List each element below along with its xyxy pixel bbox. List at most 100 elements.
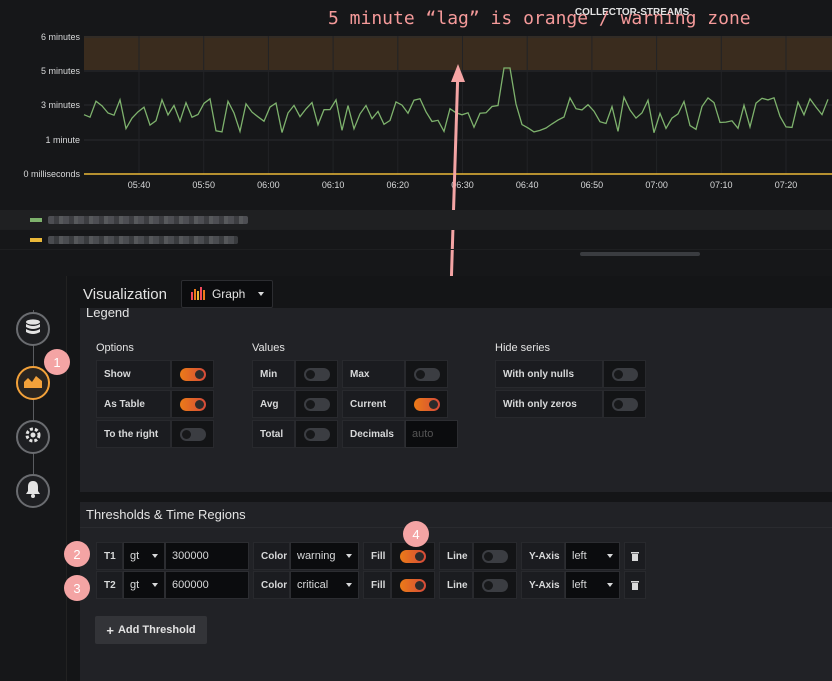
options-group-title: Options (96, 342, 134, 354)
threshold-color-select[interactable]: warning (290, 542, 359, 570)
value-avg-label: Avg (252, 390, 295, 418)
hide-nulls-switch[interactable] (603, 360, 646, 388)
toggle-off (413, 367, 440, 381)
threshold-op-value: gt (130, 550, 140, 562)
hide-zeros-switch[interactable] (603, 390, 646, 418)
threshold-axis-value: left (572, 579, 587, 591)
threshold-value-input[interactable]: 600000 (165, 571, 249, 599)
threshold-id: T2 (96, 571, 123, 599)
threshold-axis-label: Y-Axis (521, 571, 565, 599)
values-group-title: Values (252, 342, 285, 354)
threshold-color-label: Color (253, 542, 290, 570)
threshold-fill-switch[interactable] (391, 571, 435, 599)
legend-right-switch[interactable] (171, 420, 214, 448)
bell-icon (24, 479, 42, 504)
toggle-on (400, 578, 426, 592)
graph-legend (0, 210, 832, 250)
visualization-tab[interactable] (16, 366, 50, 400)
remove-threshold-button[interactable] (624, 542, 646, 570)
cog-icon (23, 425, 43, 450)
threshold-axis-select[interactable]: left (565, 571, 620, 599)
value-total-row: Total (252, 420, 338, 448)
visualization-picker[interactable]: Graph (180, 280, 273, 308)
visualization-title: Visualization (83, 285, 167, 303)
value-max-row: Max (342, 360, 448, 388)
legend-swatch (30, 237, 42, 242)
value-max-label: Max (342, 360, 405, 388)
threshold-color-value: critical (297, 579, 329, 591)
threshold-fill-label: Fill (363, 571, 391, 599)
value-min-row: Min (252, 360, 338, 388)
chart-icon (23, 373, 43, 394)
value-total-switch[interactable] (295, 420, 338, 448)
value-decimals-row: Decimals auto (342, 420, 458, 448)
add-threshold-label: Add Threshold (117, 624, 196, 636)
value-max-switch[interactable] (405, 360, 448, 388)
legend-row[interactable] (0, 210, 832, 230)
value-total-label: Total (252, 420, 295, 448)
hide-nulls-row: With only nulls (495, 360, 646, 388)
thresholds-title: Thresholds & Time Regions (80, 502, 832, 528)
general-settings-tab[interactable] (16, 420, 50, 454)
legend-section-title: Legend (86, 308, 130, 320)
chevron-down-icon (152, 554, 158, 558)
threshold-line-label: Line (439, 542, 473, 570)
threshold-line-label: Line (439, 571, 473, 599)
threshold-color-value: warning (297, 550, 336, 562)
value-current-row: Current (342, 390, 448, 418)
value-avg-switch[interactable] (295, 390, 338, 418)
value-decimals-label: Decimals (342, 420, 405, 448)
toggle-off (303, 367, 330, 381)
hide-nulls-label: With only nulls (495, 360, 603, 388)
threshold-op-value: gt (130, 579, 140, 591)
thresholds-section: Thresholds & Time Regions T1 gt 300000 C… (80, 502, 832, 681)
legend-astable-label: As Table (96, 390, 171, 418)
queries-tab[interactable] (16, 312, 50, 346)
chevron-down-icon (607, 583, 613, 587)
threshold-line-switch[interactable] (473, 542, 517, 570)
legend-section: Legend Options Values Hide series Show A… (80, 308, 832, 492)
chevron-down-icon (607, 554, 613, 558)
legend-show-switch[interactable] (171, 360, 214, 388)
threshold-id: T1 (96, 542, 123, 570)
value-min-label: Min (252, 360, 295, 388)
toggle-off (611, 367, 638, 381)
legend-show-label: Show (96, 360, 171, 388)
decimals-input[interactable]: auto (405, 420, 458, 448)
hide-series-group-title: Hide series (495, 342, 551, 354)
screenshot-root: 6 minutes 5 minutes 3 minutes 1 minute 0 mil… (0, 0, 832, 681)
legend-right-label: To the right (96, 420, 171, 448)
callout-marker-4: 4 (403, 521, 429, 547)
threshold-color-select[interactable]: critical (290, 571, 359, 599)
threshold-value-input[interactable]: 300000 (165, 542, 249, 570)
chevron-down-icon (257, 292, 264, 296)
threshold-op-select[interactable]: gt (123, 542, 165, 570)
legend-astable-row: As Table (96, 390, 214, 418)
legend-series-name-redacted (48, 215, 248, 224)
visualization-header: Visualization Graph (83, 280, 273, 308)
threshold-row-t1: T1 gt 300000 Color warning Fill Line Y-A… (96, 542, 646, 570)
callout-marker-3: 3 (64, 575, 90, 601)
toggle-off (303, 397, 330, 411)
legend-row[interactable] (0, 230, 832, 250)
value-current-label: Current (342, 390, 405, 418)
add-threshold-button[interactable]: + Add Threshold (95, 616, 207, 644)
toggle-off (179, 427, 206, 441)
toggle-on (179, 397, 206, 411)
threshold-line-switch[interactable] (473, 571, 517, 599)
value-min-switch[interactable] (295, 360, 338, 388)
trash-icon (631, 581, 639, 590)
remove-threshold-button[interactable] (624, 571, 646, 599)
value-current-switch[interactable] (405, 390, 448, 418)
chevron-down-icon (152, 583, 158, 587)
legend-astable-switch[interactable] (171, 390, 214, 418)
toggle-on (400, 549, 426, 563)
threshold-axis-label: Y-Axis (521, 542, 565, 570)
visualization-selected: Graph (211, 287, 246, 301)
threshold-op-select[interactable]: gt (123, 571, 165, 599)
alert-tab[interactable] (16, 474, 50, 508)
toggle-off (482, 549, 508, 563)
toggle-off (482, 578, 508, 592)
threshold-axis-select[interactable]: left (565, 542, 620, 570)
horizontal-scrollbar[interactable] (580, 252, 700, 256)
